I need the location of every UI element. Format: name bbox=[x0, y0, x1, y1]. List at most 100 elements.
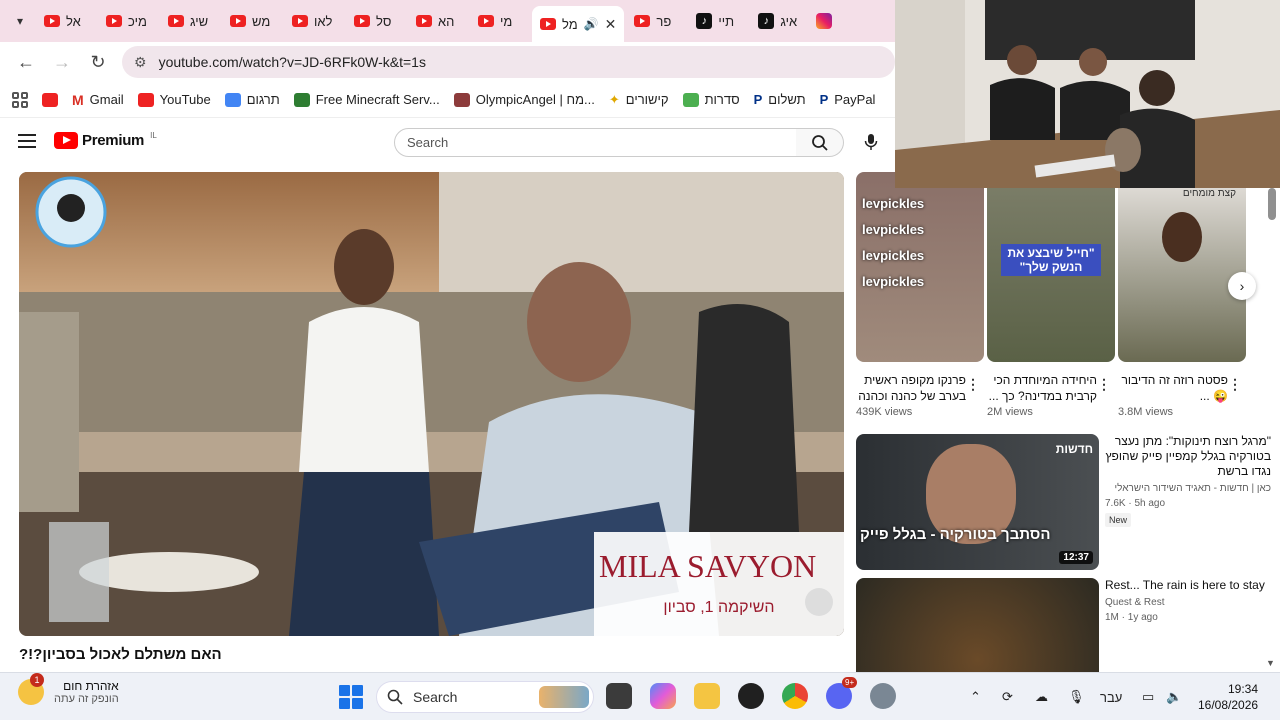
more-options-icon[interactable]: ⋮ bbox=[966, 376, 980, 393]
file-explorer-icon[interactable] bbox=[694, 683, 720, 709]
notification-badge: 1 bbox=[30, 673, 44, 687]
bookmark-label: קישורים bbox=[625, 92, 669, 107]
minecraft-icon bbox=[293, 92, 310, 107]
youtube-icon bbox=[168, 15, 184, 27]
short-title[interactable]: פרנקו מקופה ראשית בערב של כהנה וכהנה bbox=[856, 372, 966, 404]
forward-icon[interactable]: → bbox=[46, 46, 78, 78]
show-hidden-icons[interactable]: ⌃ bbox=[970, 673, 981, 720]
video-title[interactable]: Rest... The rain is here to stay bbox=[1105, 578, 1271, 593]
bookmark-minecraft[interactable]: Free Minecraft Serv... bbox=[293, 92, 440, 107]
short-thumbnail[interactable]: קצת מומחים bbox=[1118, 172, 1246, 362]
task-view-icon[interactable] bbox=[606, 683, 632, 709]
youtube-logo[interactable]: Premium IL bbox=[54, 131, 157, 149]
short-overlay-text: levpickles bbox=[862, 274, 925, 289]
tab[interactable]: מש bbox=[222, 5, 282, 37]
video-player[interactable]: MILA SAVYON השיקמה 1, סביון bbox=[19, 172, 844, 636]
tab[interactable] bbox=[812, 5, 836, 37]
more-options-icon[interactable]: ⋮ bbox=[1228, 376, 1242, 393]
reload-icon[interactable]: ↻ bbox=[82, 46, 114, 78]
short-item[interactable]: קצת מומחים פסטה רוזה זה הדיבור 😜 ... ⋮ 3… bbox=[1118, 172, 1246, 418]
cloud-off-icon[interactable]: ☁ bbox=[1035, 673, 1048, 720]
close-tab-icon[interactable]: ✕ bbox=[605, 16, 617, 33]
short-thumbnail[interactable]: levpickles levpickles levpickles levpick… bbox=[856, 172, 984, 362]
bookmark-links[interactable]: ✦ קישורים bbox=[609, 92, 669, 108]
bookmark-gmail[interactable]: M Gmail bbox=[72, 92, 124, 108]
volume-icon[interactable]: 🔈 bbox=[1166, 673, 1182, 720]
sign-text: MILA SAVYON bbox=[599, 548, 816, 584]
video-thumbnail[interactable]: חדשות הסתבך בטורקיה - בגלל פייק 12:37 bbox=[856, 434, 1099, 570]
language-indicator[interactable]: עבר bbox=[1100, 673, 1122, 720]
tab[interactable]: מיכ bbox=[98, 5, 158, 37]
tab[interactable]: פר bbox=[626, 5, 686, 37]
chevron-right-icon[interactable]: › bbox=[1228, 272, 1256, 300]
search-button[interactable] bbox=[796, 128, 844, 157]
speaker-icon[interactable]: 🔊 bbox=[584, 17, 599, 31]
tab[interactable]: סל bbox=[346, 5, 406, 37]
tab[interactable]: תיי ♪ bbox=[688, 5, 748, 37]
short-item[interactable]: "חייל שיבצע את הנשק שלך" היחידה המיוחדת … bbox=[987, 172, 1115, 418]
settings-icon[interactable] bbox=[870, 683, 896, 709]
bookmark-paypal[interactable]: P PayPal bbox=[820, 92, 876, 107]
weather-widget[interactable]: 1 אזהרת חום הונפק זה עתה bbox=[18, 673, 119, 705]
recommended-video[interactable]: Rest... The rain is here to stay Quest &… bbox=[856, 578, 1276, 672]
voice-search-button[interactable] bbox=[857, 128, 885, 156]
obs-icon[interactable] bbox=[738, 683, 764, 709]
bookmark[interactable] bbox=[42, 92, 58, 107]
tab[interactable]: מי bbox=[470, 5, 530, 37]
tab-label: מיכ bbox=[128, 13, 147, 29]
channel-name[interactable]: כאן | חדשות - תאגיד השידור הישראלי bbox=[1105, 483, 1271, 494]
tab[interactable]: אל bbox=[36, 5, 96, 37]
scrollbar-thumb[interactable] bbox=[1268, 188, 1276, 220]
site-info-icon[interactable]: ⚙ bbox=[134, 54, 147, 71]
chrome-icon[interactable] bbox=[782, 683, 808, 709]
apps-icon[interactable] bbox=[12, 91, 28, 108]
short-title[interactable]: פסטה רוזה זה הדיבור 😜 ... bbox=[1118, 372, 1228, 404]
windows-start-icon[interactable] bbox=[339, 685, 363, 709]
search-input[interactable]: Search bbox=[394, 128, 797, 157]
short-item[interactable]: levpickles levpickles levpickles levpick… bbox=[856, 172, 984, 418]
search-icon bbox=[387, 689, 403, 705]
bookmark-label: Free Minecraft Serv... bbox=[315, 92, 440, 107]
system-clock[interactable]: 19:34 16/08/2026 bbox=[1198, 681, 1258, 713]
short-overlay-text: קצת מומחים bbox=[1182, 188, 1236, 199]
microphone-icon[interactable]: 🎙 bbox=[1068, 673, 1085, 720]
address-bar[interactable]: ⚙ youtube.com/watch?v=JD-6RFk0W-k&t=1s bbox=[122, 46, 895, 78]
new-badge: New bbox=[1105, 513, 1132, 527]
bookmark-label: Gmail bbox=[89, 92, 124, 107]
tab[interactable]: שיג bbox=[160, 5, 220, 37]
short-title[interactable]: היחידה המיוחדת הכי קרבית במדינה? כך ... bbox=[987, 372, 1097, 404]
menu-icon[interactable] bbox=[18, 134, 36, 148]
tab[interactable]: הא bbox=[408, 5, 468, 37]
taskbar-search[interactable]: Search bbox=[376, 681, 594, 713]
bookmark-olympicangel[interactable]: OlympicAngel | מח... bbox=[453, 92, 595, 107]
tab-label: איג bbox=[780, 13, 798, 29]
copilot-icon[interactable] bbox=[650, 683, 676, 709]
tab-label: תיי bbox=[718, 13, 735, 29]
bookmark-translate[interactable]: תרגום bbox=[224, 92, 280, 107]
youtube-header: Premium IL Search bbox=[0, 120, 895, 164]
bookmark-youtube[interactable]: YouTube bbox=[137, 92, 211, 107]
discord-icon[interactable]: 9+ bbox=[826, 677, 858, 709]
back-icon[interactable]: ← bbox=[10, 46, 42, 78]
tab[interactable]: לאו bbox=[284, 5, 344, 37]
taskbar-search-label: Search bbox=[413, 689, 458, 705]
bookmark-payment[interactable]: P תשלום bbox=[754, 92, 806, 107]
short-thumbnail[interactable]: "חייל שיבצע את הנשק שלך" bbox=[987, 172, 1115, 362]
sync-icon[interactable]: ⟳ bbox=[1002, 673, 1013, 720]
tab[interactable]: איג ♪ bbox=[750, 5, 810, 37]
gmail-icon: M bbox=[72, 91, 84, 108]
bookmark-series[interactable]: סדרות bbox=[682, 92, 740, 107]
network-icon[interactable]: ▭ bbox=[1142, 673, 1154, 720]
channel-name[interactable]: Quest & Rest bbox=[1105, 597, 1271, 608]
scroll-down-icon[interactable]: ▼ bbox=[1266, 658, 1275, 668]
more-options-icon[interactable]: ⋮ bbox=[1097, 376, 1111, 393]
recommended-video[interactable]: חדשות הסתבך בטורקיה - בגלל פייק 12:37 "מ… bbox=[856, 434, 1276, 574]
tab-label: פר bbox=[656, 13, 672, 29]
tab-label: אל bbox=[66, 13, 81, 29]
video-thumbnail[interactable] bbox=[856, 578, 1099, 672]
video-title[interactable]: "מרגל רוצח תינוקות": מתן נעצר בטורקיה בג… bbox=[1105, 434, 1271, 479]
tab-active[interactable]: ✕ 🔊 מל bbox=[532, 6, 625, 42]
tab-search-icon[interactable]: ▾ bbox=[6, 7, 34, 35]
tab-label: מי bbox=[500, 13, 513, 29]
clock-date: 16/08/2026 bbox=[1198, 698, 1259, 712]
